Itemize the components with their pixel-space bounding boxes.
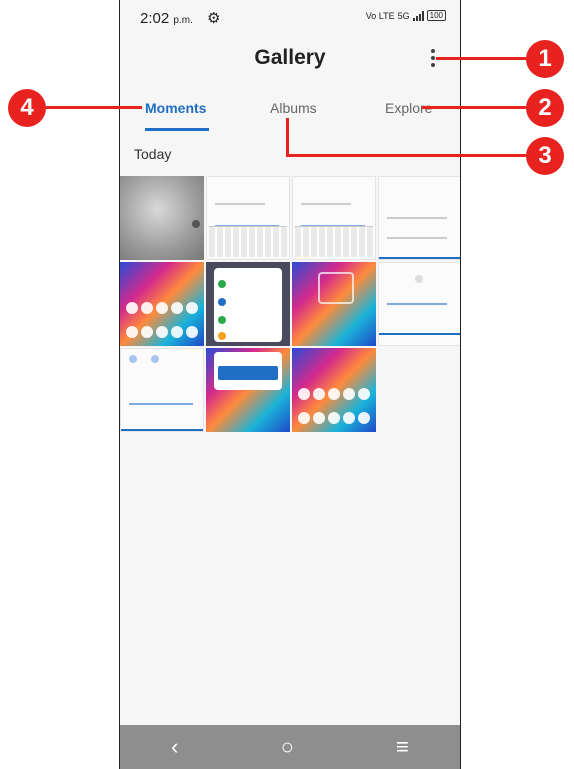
network-5g-label: 5G <box>397 10 410 21</box>
thumbnail[interactable] <box>206 262 290 346</box>
tab-moments[interactable]: Moments <box>145 100 206 116</box>
section-title: Today <box>134 146 172 162</box>
callout-line-1 <box>436 57 526 60</box>
keyboard-preview <box>295 226 373 257</box>
callout-line-3a <box>286 118 289 156</box>
callout-3: 3 <box>526 137 564 175</box>
clock: 2:02 p.m. <box>140 10 193 27</box>
thumbnail[interactable] <box>378 262 460 346</box>
tab-albums[interactable]: Albums <box>270 100 317 116</box>
callout-2: 2 <box>526 89 564 127</box>
back-icon[interactable]: ‹ <box>171 734 178 760</box>
gear-icon: ⚙ <box>207 10 221 27</box>
network-label: Vo LTE <box>365 10 395 21</box>
status-bar: 2:02 p.m. ⚙ Vo LTE 5G 100 <box>136 8 446 30</box>
home-icon[interactable]: ○ <box>281 734 294 760</box>
callout-1: 1 <box>526 40 564 78</box>
thumbnail[interactable] <box>292 348 376 432</box>
callout-line-2 <box>422 106 526 109</box>
battery-icon: 100 <box>426 10 446 21</box>
thumbnail[interactable] <box>378 176 460 260</box>
tab-active-indicator <box>145 128 209 131</box>
thumbnail[interactable] <box>292 176 376 260</box>
recents-icon[interactable]: ≡ <box>396 734 409 760</box>
thumbnail[interactable] <box>120 262 204 346</box>
thumbnail[interactable] <box>292 262 376 346</box>
thumbnail[interactable] <box>120 348 204 432</box>
status-icons: Vo LTE 5G 100 <box>366 10 446 21</box>
callout-line-4 <box>46 106 142 109</box>
callout-4: 4 <box>8 89 46 127</box>
callout-line-3b <box>286 154 526 157</box>
video-icon <box>192 220 200 228</box>
page-title: Gallery <box>254 46 326 69</box>
phone-screen: 2:02 p.m. ⚙ Vo LTE 5G 100 Gallery Moment… <box>119 0 461 769</box>
navigation-bar: ‹ ○ ≡ <box>120 725 460 769</box>
thumbnail[interactable] <box>206 176 290 260</box>
thumbnail[interactable] <box>120 176 204 260</box>
thumbnail[interactable] <box>206 348 290 432</box>
keyboard-preview <box>209 226 287 257</box>
signal-icon <box>412 10 424 21</box>
